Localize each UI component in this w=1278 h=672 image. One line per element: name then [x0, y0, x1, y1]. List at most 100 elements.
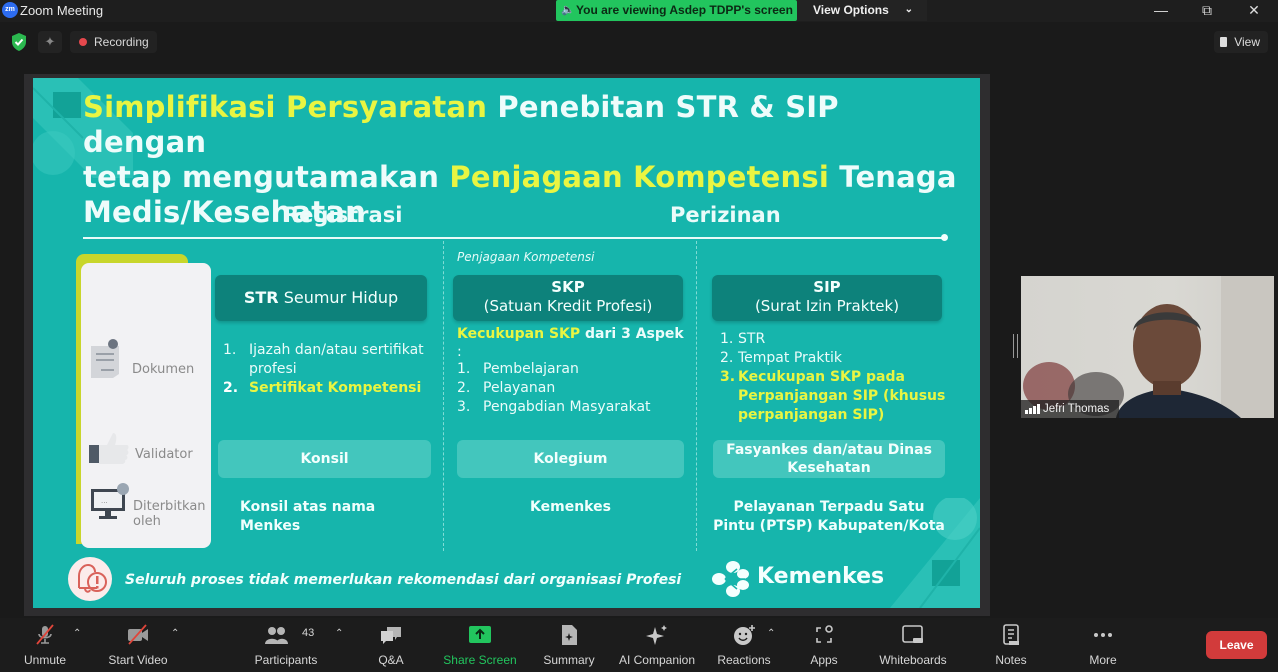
reactions-button[interactable]: Reactions [712, 618, 776, 672]
more-button[interactable]: More [1076, 618, 1130, 672]
list-item: 2. Sertifikat Kompetensi [223, 379, 448, 398]
notes-label: Notes [995, 653, 1027, 667]
qa-button[interactable]: Q&A [366, 618, 416, 672]
reactions-options-caret[interactable]: ⌃ [767, 628, 775, 639]
view-button[interactable]: View [1214, 31, 1268, 53]
kemenkes-logo-text: Kemenkes [757, 564, 885, 589]
row-label-dokumen: Dokumen [132, 362, 195, 377]
skp-intro-highlight: Kecukupan SKP [457, 326, 581, 342]
str-document-list: 1. Ijazah dan/atau sertifikat profesi 2.… [223, 341, 448, 398]
viewing-screen-banner: 🔈 You are viewing Asdep TDPP's screen [556, 0, 797, 21]
list-item-number: 2. [720, 350, 734, 366]
document-icon [91, 339, 119, 378]
timeline-line [83, 237, 945, 239]
summary-button[interactable]: Summary [538, 618, 600, 672]
ai-companion-button[interactable]: AI Companion [614, 618, 700, 672]
panel-resize-handle[interactable] [1013, 334, 1018, 358]
sip-header-bold: SIP [813, 278, 841, 296]
list-item-text: Ijazah dan/atau sertifikat profesi [249, 342, 424, 377]
participants-label: Participants [254, 653, 318, 667]
signal-strength-icon [1025, 404, 1040, 414]
share-screen-button[interactable]: Share Screen [440, 618, 520, 672]
sip-header: SIP (Surat Izin Praktek) [712, 275, 942, 321]
list-item-text: Tempat Praktik [738, 350, 842, 366]
chevron-down-icon: ⌄ [904, 4, 913, 15]
row-label-diterbitkan: Diterbitkan oleh [133, 499, 206, 529]
kemenkes-logo-icon [712, 561, 749, 597]
participant-video[interactable] [1021, 276, 1274, 418]
recording-dot-icon [79, 38, 87, 46]
qa-chat-icon [381, 627, 401, 644]
participants-icon [265, 627, 288, 644]
notes-icon [1003, 624, 1019, 645]
list-item: 3. Pengabdian Masyarakat [457, 398, 697, 417]
summary-label: Summary [543, 653, 595, 667]
skp-header-sub: (Satuan Kredit Profesi) [483, 297, 653, 315]
summary-document-icon [562, 625, 577, 645]
validator-konsil: Konsil [218, 440, 431, 478]
recording-label: Recording [94, 35, 149, 49]
video-options-caret[interactable]: ⌃ [171, 628, 179, 639]
skp-header-bold: SKP [551, 278, 585, 296]
shared-slide: Simplifikasi Persyaratan Penebitan STR &… [33, 78, 980, 608]
view-options-button[interactable]: View Options ⌄ [797, 0, 927, 21]
issuer-skp: Kemenkes [530, 499, 611, 515]
whiteboard-icon [902, 625, 923, 643]
security-shield-icon[interactable] [10, 32, 28, 52]
alert-bell-icon [68, 557, 112, 601]
leave-button[interactable]: Leave [1206, 631, 1267, 659]
close-button[interactable]: ✕ [1231, 0, 1277, 22]
start-video-button[interactable]: Start Video [100, 618, 176, 672]
whiteboards-button[interactable]: Whiteboards [874, 618, 952, 672]
recording-indicator[interactable]: Recording [70, 31, 157, 53]
unmute-button[interactable]: Unmute [14, 618, 76, 672]
issuer-str: Konsil atas nama Menkes [240, 499, 376, 534]
speaker-icon: 🔈 [561, 4, 575, 16]
start-video-label: Start Video [108, 653, 168, 667]
more-dots-icon [1094, 633, 1112, 637]
apps-button[interactable]: Apps [800, 618, 848, 672]
participants-button[interactable]: 43 Participants [250, 618, 322, 672]
list-item-number: 2. [223, 380, 239, 396]
title-highlight-2: Penjagaan Kompetensi [449, 160, 830, 194]
skp-intro: Kecukupan SKP dari 3 Aspek [457, 325, 697, 344]
reactions-label: Reactions [717, 653, 771, 667]
ai-sparkle-button[interactable]: ✦ [38, 31, 62, 53]
audio-options-caret[interactable]: ⌃ [73, 628, 81, 639]
skp-header: SKP (Satuan Kredit Profesi) [453, 275, 683, 321]
list-item-text: Pembelajaran [483, 361, 579, 377]
participant-name: Jefri Thomas [1043, 403, 1110, 415]
thumbs-up-icon [89, 433, 129, 464]
sip-header-sub: (Surat Izin Praktek) [754, 297, 900, 315]
restore-button[interactable]: ⧉ [1184, 0, 1230, 22]
skp-intro-rest: dari 3 Aspek [580, 326, 684, 342]
section-perizinan: Perizinan [670, 203, 781, 227]
row-label-diterbitkan-line2: oleh [133, 514, 161, 529]
list-item-text: STR [738, 331, 766, 347]
svg-text:...: ... [101, 496, 108, 505]
list-item: 1. STR [720, 330, 952, 349]
validator-fasyankes: Fasyankes dan/atau Dinas Kesehatan [713, 440, 945, 478]
participant-video-feed [1023, 276, 1274, 418]
participants-options-caret[interactable]: ⌃ [335, 628, 343, 639]
minimize-button[interactable]: — [1138, 0, 1184, 22]
apps-icon [816, 625, 833, 643]
list-item-number: 1. [223, 342, 237, 358]
apps-label: Apps [810, 653, 838, 667]
window-title: Zoom Meeting [20, 3, 104, 18]
ai-sparkle-icon [646, 625, 667, 645]
notes-button[interactable]: Notes [984, 618, 1038, 672]
whiteboards-label: Whiteboards [879, 653, 947, 667]
list-item: 1. Pembelajaran [457, 360, 697, 379]
list-item: 1. Ijazah dan/atau sertifikat profesi [223, 341, 448, 379]
title-text-2a: tetap mengutamakan [83, 160, 450, 194]
penjagaan-kompetensi-label: Penjagaan Kompetensi [457, 250, 595, 264]
list-item: 3. Kecukupan SKP pada Perpanjangan SIP (k… [720, 368, 952, 425]
reactions-emoji-icon [734, 625, 755, 645]
video-off-icon [128, 624, 148, 645]
str-header-bold: STR [243, 288, 279, 307]
view-layout-icon [1220, 37, 1228, 47]
qa-label: Q&A [378, 653, 404, 667]
list-item-text: Kecukupan SKP pada Perpanjangan SIP (khu… [738, 369, 946, 423]
share-screen-label: Share Screen [443, 653, 517, 667]
